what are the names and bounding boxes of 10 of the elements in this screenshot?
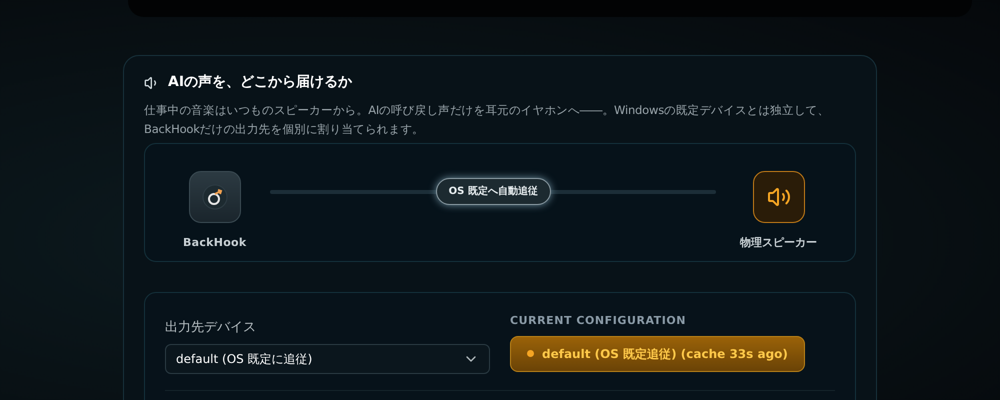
- source-label: BackHook: [183, 235, 246, 252]
- device-dropdown[interactable]: default (OS 既定に追従): [165, 344, 490, 374]
- device-label: 出力先デバイス: [165, 319, 257, 337]
- section-description: 仕事中の音楽はいつものスピーカーから。AIの呼び戻し声だけを耳元のイヤホンへ――。Windowsの既定デバイスとは独立して、BackHookだけの出力先を個別に割り当てられます。: [144, 102, 830, 138]
- status-text: default (OS 既定追従) (cache 33s ago): [542, 346, 788, 362]
- current-config-label: CURRENT CONFIGURATION: [510, 313, 688, 329]
- link-badge: OS 既定へ自動追従: [436, 178, 551, 205]
- section-title: AIの声を、どこから届けるか: [168, 73, 352, 92]
- target-label: 物理スピーカー: [740, 235, 817, 252]
- app-icon: [188, 171, 241, 224]
